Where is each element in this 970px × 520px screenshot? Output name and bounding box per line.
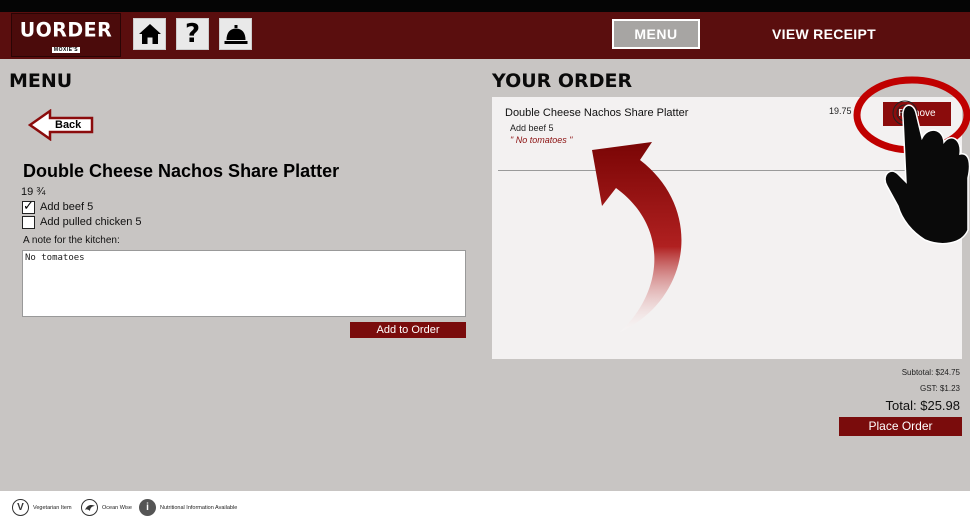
vegetarian-icon: V xyxy=(12,499,29,516)
back-label: Back xyxy=(55,119,82,131)
subtotal: Subtotal: $24.75 xyxy=(901,368,960,377)
gst: GST: $1.23 xyxy=(919,384,960,393)
kitchen-note-input[interactable] xyxy=(22,250,466,317)
legend-nutrition-info: i Nutritional Information Available xyxy=(139,499,237,516)
legend-label: Nutritional Information Available xyxy=(160,504,238,511)
order-panel: Double Cheese Nachos Share Platter 19.75… xyxy=(492,97,962,359)
legend-label: Ocean Wise xyxy=(102,504,132,511)
place-order-button[interactable]: Place Order xyxy=(839,417,962,436)
option-label: Add beef 5 xyxy=(40,201,94,213)
top-strip xyxy=(0,0,970,12)
remove-item-button[interactable]: Remove xyxy=(883,102,951,126)
service-bell-icon xyxy=(224,25,247,44)
item-price: 19 ¾ xyxy=(21,186,46,198)
legend-label: Vegetarian Item xyxy=(33,504,72,511)
menu-heading: MENU xyxy=(9,70,73,92)
option-label: Add pulled chicken 5 xyxy=(40,216,142,228)
order-heading: YOUR ORDER xyxy=(492,70,633,92)
logo: UORDER MOXIE'S xyxy=(11,13,121,57)
order-item-modifier: Add beef 5 xyxy=(510,123,554,133)
help-icon: ? xyxy=(184,19,201,49)
item-title: Double Cheese Nachos Share Platter xyxy=(23,161,340,181)
order-item-price: 19.75 xyxy=(829,106,852,116)
legend-vegetarian: V Vegetarian Item xyxy=(12,499,72,516)
order-item-note: " No tomatoes " xyxy=(510,135,573,145)
option-add-pulled-chicken[interactable]: Add pulled chicken 5 xyxy=(22,215,142,229)
home-icon xyxy=(138,24,161,44)
order-item-name: Double Cheese Nachos Share Platter xyxy=(505,107,689,119)
ocean-wise-icon xyxy=(81,499,98,516)
back-button[interactable]: Back xyxy=(28,109,96,141)
kitchen-note-label: A note for the kitchen: xyxy=(23,235,120,246)
view-receipt-button[interactable]: VIEW RECEIPT xyxy=(772,26,876,42)
logo-text: UORDER xyxy=(19,18,113,42)
total: Total: $25.98 xyxy=(885,398,960,413)
help-button[interactable]: ? xyxy=(176,18,209,50)
checkmark-icon: ✓ xyxy=(23,197,34,213)
call-server-button[interactable] xyxy=(219,18,252,50)
option-add-beef[interactable]: ✓ Add beef 5 xyxy=(22,197,94,214)
home-button[interactable] xyxy=(133,18,166,50)
order-item-divider xyxy=(498,170,956,171)
logo-subtext: MOXIE'S xyxy=(52,47,80,53)
info-icon: i xyxy=(139,499,156,516)
option-checkbox[interactable] xyxy=(22,215,35,229)
add-to-order-button[interactable]: Add to Order xyxy=(350,322,466,338)
legend-ocean-wise: Ocean Wise xyxy=(81,499,132,516)
menu-tab-button[interactable]: MENU xyxy=(612,19,700,49)
option-checkbox[interactable]: ✓ xyxy=(22,197,35,214)
